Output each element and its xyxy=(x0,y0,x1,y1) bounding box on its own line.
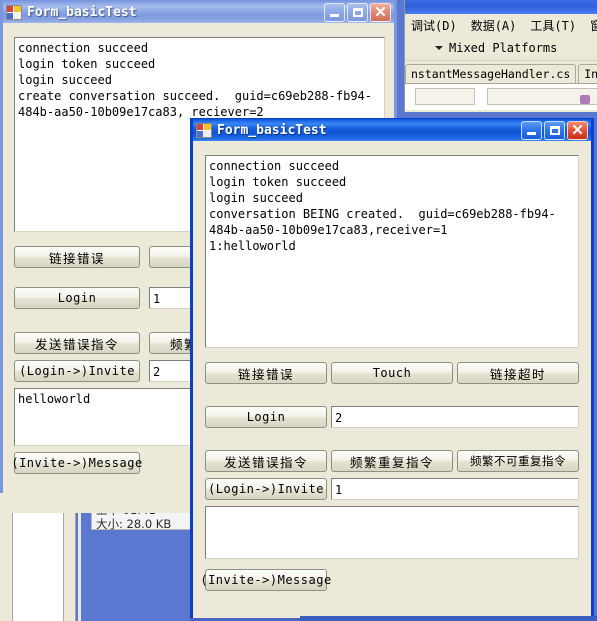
menu-item-tools[interactable]: 工具(T) xyxy=(530,17,576,34)
connect-error-button-back[interactable]: 链接错误 xyxy=(14,246,140,268)
close-icon: ✕ xyxy=(374,4,387,21)
minimize-button[interactable] xyxy=(324,3,345,22)
desktop: 调试(D) 数据(A) 工具(T) 窗 Mixed Platforms nsta… xyxy=(0,0,597,621)
minimize-icon xyxy=(527,132,536,135)
visual-studio-toolbar[interactable]: Mixed Platforms xyxy=(405,36,597,61)
tab-instant-message-handler[interactable]: nstantMessageHandler.cs xyxy=(405,64,577,83)
send-error-cmd-button-front[interactable]: 发送错误指令 xyxy=(205,450,327,472)
tab-label: Invit xyxy=(584,67,597,81)
visual-studio-menubar[interactable]: 调试(D) 数据(A) 工具(T) 窗 xyxy=(405,14,597,36)
minimize-icon xyxy=(330,14,339,17)
platform-selector-label[interactable]: Mixed Platforms xyxy=(449,41,557,55)
member-icon xyxy=(580,95,590,104)
login-invite-button-front[interactable]: (Login->)Invite xyxy=(205,478,327,500)
form-basictest-window-front[interactable]: Form_basicTest ✕ connection succeed logi… xyxy=(190,118,594,621)
titlebar-back[interactable]: Form_basicTest ✕ xyxy=(3,0,394,23)
editor-member-dropdown[interactable] xyxy=(487,88,597,105)
message-textarea-front[interactable] xyxy=(205,506,579,559)
invite-message-button-back[interactable]: (Invite->)Message xyxy=(11,452,142,474)
visual-studio-editor-area[interactable] xyxy=(405,83,597,110)
editor-type-dropdown[interactable] xyxy=(415,88,475,105)
touch-button-front[interactable]: Touch xyxy=(331,362,453,384)
window-title: Form_basicTest xyxy=(217,122,327,138)
tooltip-file-size: 大小: 28.0 KB xyxy=(96,517,172,531)
frequent-repeat-cmd-button-front[interactable]: 频繁重复指令 xyxy=(331,450,453,472)
minimize-button[interactable] xyxy=(521,121,542,140)
close-icon: ✕ xyxy=(571,122,584,139)
chevron-down-icon[interactable] xyxy=(435,46,443,50)
visual-studio-tabstrip[interactable]: nstantMessageHandler.cs Invit xyxy=(405,61,597,83)
log-textarea-front[interactable]: connection succeed login token succeed l… xyxy=(205,155,579,348)
menu-item-window[interactable]: 窗 xyxy=(590,17,597,34)
login-button-back[interactable]: Login xyxy=(14,287,140,309)
app-icon xyxy=(196,122,212,138)
tab-label: nstantMessageHandler.cs xyxy=(411,67,571,81)
connect-error-button-front[interactable]: 链接错误 xyxy=(205,362,327,384)
menu-item-data[interactable]: 数据(A) xyxy=(471,17,517,34)
window-controls-back[interactable]: ✕ xyxy=(324,3,391,22)
invite-input-front[interactable]: 1 xyxy=(331,478,579,500)
send-error-cmd-button-back[interactable]: 发送错误指令 xyxy=(14,332,140,354)
login-input-front[interactable]: 2 xyxy=(331,406,579,428)
tab-invit[interactable]: Invit xyxy=(578,64,597,83)
close-button[interactable]: ✕ xyxy=(567,121,588,140)
menu-item-debug[interactable]: 调试(D) xyxy=(411,17,457,34)
maximize-button[interactable] xyxy=(347,3,368,22)
window-title: Form_basicTest xyxy=(27,4,137,20)
login-button-front[interactable]: Login xyxy=(205,406,327,428)
window-controls-front[interactable]: ✕ xyxy=(521,121,588,140)
frequent-norepeat-cmd-button-front[interactable]: 频繁不可重复指令 xyxy=(457,450,579,472)
maximize-icon xyxy=(353,8,363,17)
invite-message-button-front[interactable]: (Invite->)Message xyxy=(200,569,331,591)
close-button[interactable]: ✕ xyxy=(370,3,391,22)
client-area-front: connection succeed login token succeed l… xyxy=(193,141,591,621)
desktop-strip-right xyxy=(300,616,597,621)
connect-timeout-button-front[interactable]: 链接超时 xyxy=(457,362,579,384)
titlebar-front[interactable]: Form_basicTest ✕ xyxy=(193,118,591,141)
maximize-icon xyxy=(550,126,560,135)
login-invite-button-back[interactable]: (Login->)Invite xyxy=(14,360,140,382)
visual-studio-window[interactable]: 调试(D) 数据(A) 工具(T) 窗 Mixed Platforms nsta… xyxy=(404,0,597,112)
maximize-button[interactable] xyxy=(544,121,565,140)
app-icon xyxy=(6,4,22,20)
visual-studio-titlebar[interactable] xyxy=(405,0,597,14)
